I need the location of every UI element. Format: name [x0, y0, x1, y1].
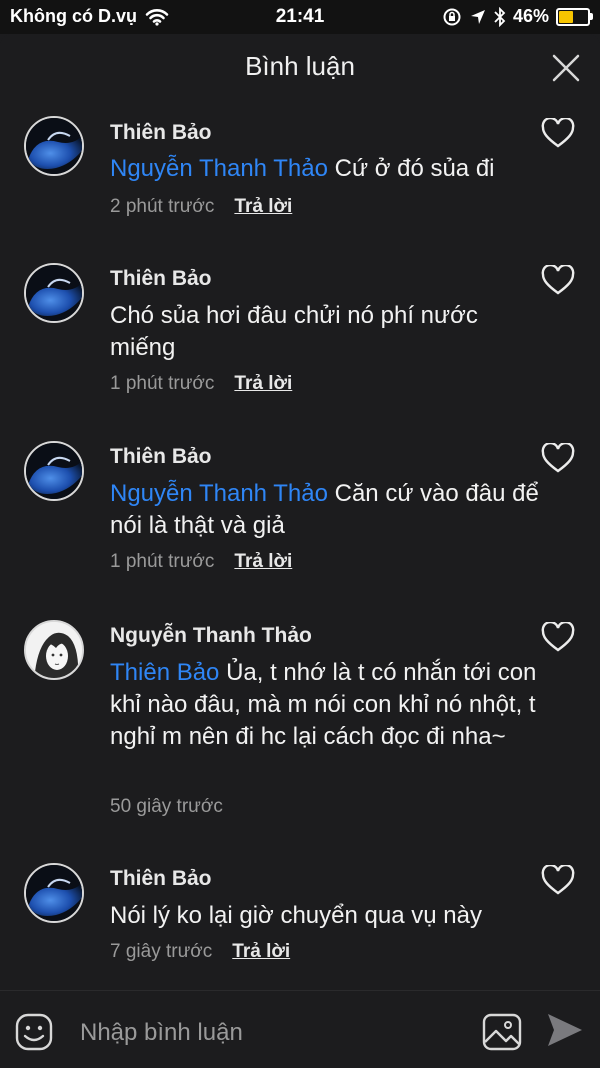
- comment-author[interactable]: Thiên Bảo: [110, 267, 212, 291]
- comment-body: Nói lý ko lại giờ chuyển qua vụ này: [110, 902, 482, 929]
- mention-link[interactable]: Thiên Bảo: [110, 659, 219, 686]
- reply-button[interactable]: Trả lời: [234, 196, 292, 218]
- orientation-lock-icon: [443, 8, 461, 25]
- reply-button[interactable]: Trả lời: [234, 551, 292, 573]
- battery-icon: [556, 7, 593, 26]
- comment-time: 50 giây trước: [110, 796, 223, 817]
- comment-author[interactable]: Thiên Bảo: [110, 445, 212, 469]
- send-icon[interactable]: [545, 1010, 585, 1050]
- comment-text: Nguyễn Thanh Thảo Căn cứ vào đâu để nói …: [110, 478, 550, 542]
- comment-time: 7 giây trước: [110, 941, 213, 962]
- comment-text: Nói lý ko lại giờ chuyển qua vụ này: [110, 900, 550, 932]
- comment-time: 1 phút trước: [110, 373, 215, 394]
- avatar[interactable]: [24, 441, 84, 501]
- mention-link[interactable]: Nguyễn Thanh Thảo: [110, 155, 328, 182]
- comment-author[interactable]: Thiên Bảo: [110, 121, 212, 145]
- comment-input-bar: [0, 990, 600, 1068]
- heart-icon[interactable]: [541, 118, 575, 150]
- page-title: Bình luận: [245, 51, 355, 81]
- image-icon[interactable]: [481, 1011, 523, 1053]
- status-right: 46%: [442, 6, 593, 27]
- comment-text: Chó sủa hơi đâu chửi nó phí nước miếng: [110, 300, 520, 364]
- avatar[interactable]: [24, 116, 84, 176]
- comment-meta: 50 giây trước: [110, 796, 223, 818]
- location-icon: [470, 9, 485, 24]
- comment-text: Nguyễn Thanh Thảo Cứ ở đó sủa đi: [110, 153, 550, 185]
- comment-meta: 1 phút trước Trả lời: [110, 551, 292, 573]
- bluetooth-icon: [494, 6, 506, 27]
- battery-percent: 46%: [512, 6, 549, 26]
- heart-icon[interactable]: [541, 622, 575, 654]
- comment-author[interactable]: Nguyễn Thanh Thảo: [110, 624, 312, 648]
- comment-meta: 2 phút trước Trả lời: [110, 196, 292, 218]
- comment-time: 1 phút trước: [110, 551, 215, 572]
- close-icon[interactable]: [550, 52, 582, 84]
- heart-icon[interactable]: [541, 265, 575, 297]
- battery-level-fill: [559, 10, 573, 23]
- heart-icon[interactable]: [541, 865, 575, 897]
- comments-header: Bình luận: [0, 34, 600, 102]
- comment-text: Thiên Bảo Ủa, t nhớ là t có nhắn tới con…: [110, 657, 550, 753]
- comment-time: 2 phút trước: [110, 196, 215, 217]
- comment-author[interactable]: Thiên Bảo: [110, 867, 212, 891]
- comment-meta: 7 giây trước Trả lời: [110, 941, 290, 963]
- comment-body: Chó sủa hơi đâu chửi nó phí nước miếng: [110, 302, 478, 361]
- avatar[interactable]: [24, 620, 84, 680]
- reply-button[interactable]: Trả lời: [234, 373, 292, 395]
- comment-body: Cứ ở đó sủa đi: [327, 155, 495, 182]
- comment-meta: 1 phút trước Trả lời: [110, 373, 292, 395]
- reply-button[interactable]: Trả lời: [232, 941, 290, 963]
- emoji-icon[interactable]: [14, 1012, 54, 1052]
- avatar[interactable]: [24, 863, 84, 923]
- heart-icon[interactable]: [541, 443, 575, 475]
- mention-link[interactable]: Nguyễn Thanh Thảo: [110, 480, 328, 507]
- avatar[interactable]: [24, 263, 84, 323]
- status-bar: Không có D.vụ 21:41 46%: [0, 0, 600, 34]
- comment-input[interactable]: [78, 1015, 462, 1051]
